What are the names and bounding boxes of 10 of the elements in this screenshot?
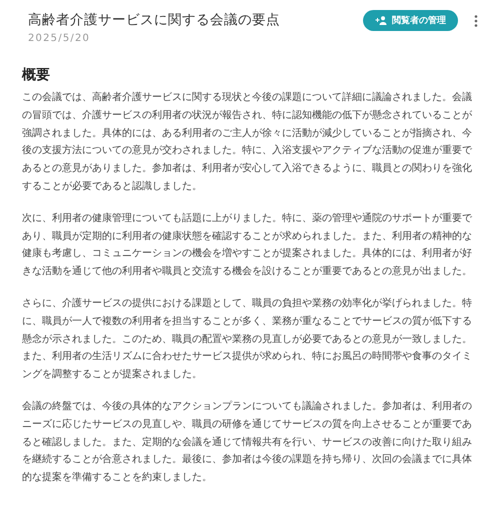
summary-paragraph: 会議の終盤では、今後の具体的なアクションプランについても議論されました。参加者は、利用者のニーズに応じたサービスの見直しや、職員の研修を通じてサービスの質を向上させることが重要であると確認しました。また、定期的な会議を通じて情報共有を行い、サービスの改善に向けた取り組みを継続することが合意されました。最後に、参加者は今後の課題を持ち帰り、次回の会議までに具体的な提案を準備することを約束しました。 (22, 400, 473, 486)
date-label: 2025/5/20 (28, 32, 92, 46)
summary-paragraph: この会議では、高齢者介護サービスに関する現状と今後の課題について詳細に議論されました。会議の冒頭では、介護サービスの利用者の状況が報告され、特に認知機能の低下が懸念されていることが強調されました。具体的には、ある利用者のご主人が徐々に活動が減少していることが指摘され、今後の支援方法についての意見が交わされました。特に、入浴支援やアクティブな活動の促進が重要であるとの意見がありました。参加者は、利用者が安心して入浴できるように、職員との関わりを強化することが必要であると認識しました。 (22, 90, 473, 194)
manage-viewers-button[interactable]: 閲覧者の管理 (363, 10, 458, 31)
more-options-icon[interactable] (474, 15, 478, 27)
page-title: 高齢者介護サービスに関する会議の要点 (28, 11, 281, 30)
summary-paragraph: さらに、介護サービスの提供における課題として、職員の負担や業務の効率化が挙げられました。特に、職員が一人で複数の利用者を担当することが多く、業務が重なることでサービスの質が低下する懸念が示されました。このため、職員の配置や業務の見直しが必要であるとの意見が一致しました。また、利用者の生活リズムに合わせたサービス提供が求められ、特にお風呂の時間帯や食事のタイミングを調整することが提案されました。 (22, 296, 473, 382)
summary-paragraph: 次に、利用者の健康管理についても話題に上がりました。特に、薬の管理や通院のサポートが重要であり、職員が定期的に利用者の健康状態を確認することが求められました。また、利用者の精神的な健康も考慮し、コミュニケーションの機会を増やすことが提案されました。具体的には、利用者が好きな活動を通じて他の利用者や職員と交流する機会を設けることが重要であるとの意見が出ました。 (22, 212, 473, 280)
add-person-icon (375, 16, 387, 25)
section-heading: 概要 (22, 66, 51, 84)
